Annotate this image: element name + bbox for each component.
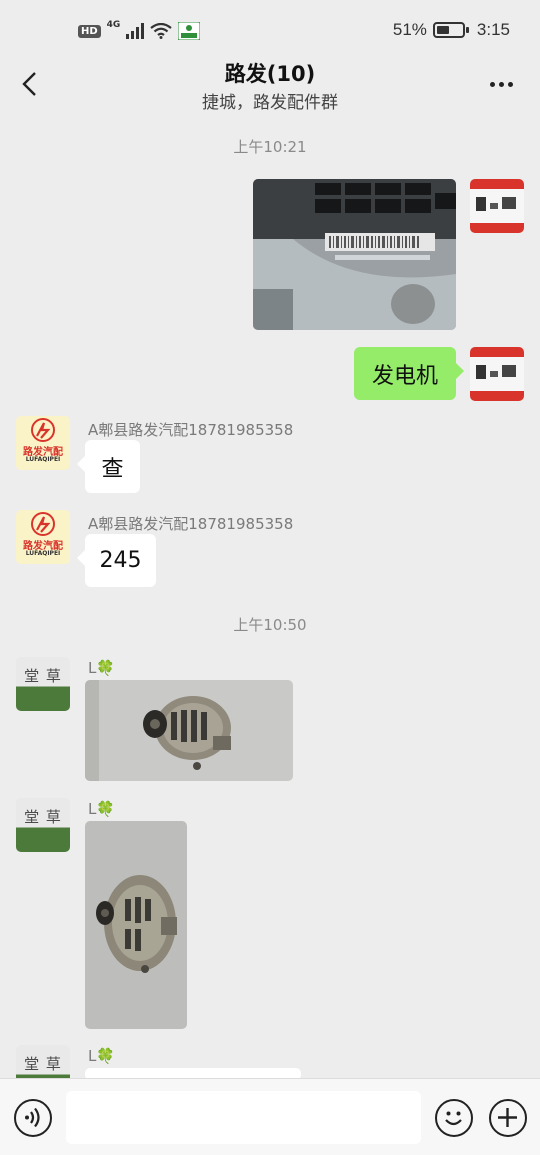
my-avatar[interactable] (470, 179, 524, 233)
network-type: 4G (106, 20, 121, 30)
more-dot (507, 81, 513, 87)
alternator-photo-image (85, 821, 187, 1029)
battery-icon (432, 22, 469, 38)
sender-avatar-lufa[interactable]: 路发汽配 LUFAQIPEI (16, 416, 70, 470)
app-notification-icon (178, 22, 201, 40)
incoming-photo-alternator[interactable] (85, 680, 293, 781)
chat-title: 路发(10) (224, 62, 316, 86)
input-bar (0, 1078, 540, 1155)
message-input[interactable] (66, 1091, 421, 1144)
battery-level (436, 26, 450, 34)
more-button[interactable] (484, 69, 518, 99)
more-dot (489, 81, 495, 87)
voice-button[interactable] (14, 1099, 52, 1137)
sender-avatar-lufa[interactable]: 路发汽配 LUFAQIPEI (16, 510, 70, 564)
sender-name: A郫县路发汽配18781985358 (88, 421, 294, 439)
wifi-icon (150, 23, 173, 39)
incoming-message-bubble[interactable]: 查 (77, 440, 140, 493)
status-icons-left: HD 4G (78, 20, 201, 40)
outgoing-message-text: 发电机 (371, 363, 438, 389)
incoming-photo-alternator[interactable] (85, 821, 187, 1029)
incoming-message-text: 245 (99, 548, 142, 573)
emoji-button[interactable] (435, 1099, 473, 1137)
avatar-sign-text: 堂 草 (24, 1055, 62, 1073)
sender-name: A郫县路发汽配18781985358 (88, 515, 294, 533)
outgoing-message-bubble[interactable]: 发电机 (354, 347, 464, 400)
sender-name: L🍀 (88, 659, 116, 677)
incoming-message-text: 查 (101, 456, 124, 482)
my-avatar[interactable] (470, 347, 524, 401)
vin-photo-image (253, 179, 456, 330)
sender-name: L🍀 (88, 1047, 116, 1065)
emoji-icon (445, 1111, 462, 1126)
signal-icon (126, 23, 145, 39)
sender-avatar-plant[interactable]: 堂 草 (16, 798, 70, 852)
clock: 3:15 (476, 20, 510, 39)
chat-header: 路发(10) 捷城，路发配件群 (0, 55, 540, 115)
my-avatar-image (470, 347, 524, 401)
plus-icon (498, 1108, 517, 1127)
incoming-message-bubble[interactable]: 245 (77, 534, 156, 587)
timestamp: 上午10:50 (233, 616, 307, 634)
avatar-sign-text: 堂 草 (24, 808, 62, 826)
battery-percent: 51% (392, 20, 427, 39)
outgoing-photo-vin[interactable] (253, 179, 456, 330)
status-bar: HD 4G 51% 3:15 (0, 0, 540, 62)
chat-subtitle: 捷城，路发配件群 (202, 93, 338, 113)
more-dot (498, 81, 504, 87)
lufa-logo-subtext: LUFAQIPEI (25, 550, 61, 557)
status-icons-right: 51% 3:15 (393, 20, 510, 40)
alternator-photo-image (85, 680, 293, 781)
hd-badge: HD (78, 24, 101, 38)
plus-button[interactable] (489, 1099, 527, 1137)
avatar-sign-text: 堂 草 (24, 667, 62, 685)
my-avatar-image (470, 179, 524, 233)
lufa-logo-subtext: LUFAQIPEI (25, 456, 61, 463)
voice-icon (25, 1107, 40, 1128)
timestamp: 上午10:21 (233, 138, 307, 156)
sender-avatar-plant[interactable]: 堂 草 (16, 657, 70, 711)
sender-name: L🍀 (88, 800, 116, 818)
